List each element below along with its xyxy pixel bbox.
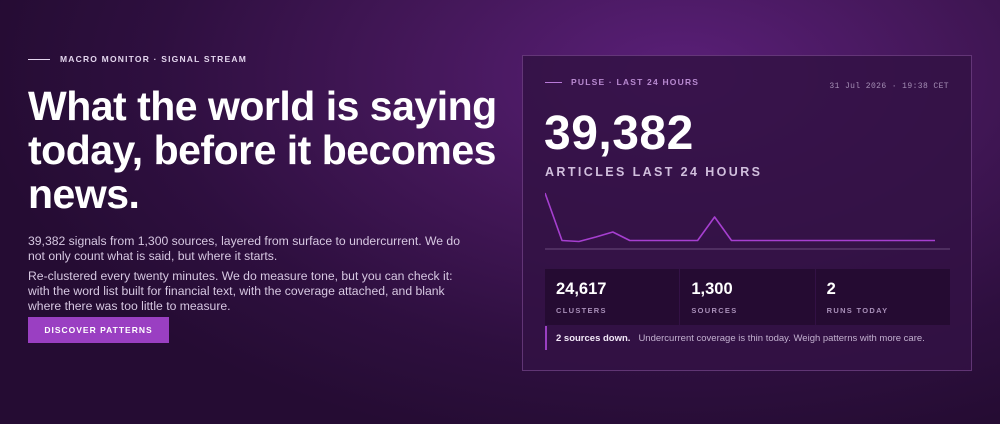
stat-runs: 2 RUNS TODAY bbox=[815, 269, 950, 325]
pulse-eyebrow-text: PULSE · LAST 24 HOURS bbox=[571, 77, 700, 87]
stat-clusters-label: CLUSTERS bbox=[556, 306, 607, 315]
stat-clusters-value: 24,617 bbox=[556, 280, 607, 298]
alert-text: Undercurrent coverage is thin today. Wei… bbox=[638, 332, 925, 344]
sources-alert: 2 sources down. Undercurrent coverage is… bbox=[545, 326, 950, 350]
eyebrow-rule bbox=[28, 58, 50, 60]
articles-count: 39,382 bbox=[544, 107, 694, 160]
stats-row: 24,617 CLUSTERS 1,300 SOURCES 2 RUNS TOD… bbox=[545, 269, 950, 325]
hero-eyebrow-text: MACRO MONITOR · SIGNAL STREAM bbox=[60, 54, 248, 64]
hero-headline: What the world is saying today, before i… bbox=[28, 83, 497, 217]
stat-clusters: 24,617 CLUSTERS bbox=[545, 269, 680, 325]
sparkline-chart bbox=[545, 192, 950, 250]
stat-sources-label: SOURCES bbox=[691, 306, 738, 315]
pulse-panel: PULSE · LAST 24 HOURS 31 Jul 2026 · 19:3… bbox=[522, 55, 972, 371]
hero-paragraph-2: Re-clustered every twenty minutes. We do… bbox=[28, 269, 453, 313]
alert-strong: 2 sources down. bbox=[556, 332, 631, 344]
stat-runs-value: 2 bbox=[826, 280, 836, 298]
articles-label: ARTICLES LAST 24 HOURS bbox=[545, 165, 763, 179]
sparkline-line bbox=[545, 192, 935, 243]
discover-patterns-button[interactable]: DISCOVER PATTERNS bbox=[28, 317, 169, 343]
stat-sources-value: 1,300 bbox=[691, 280, 733, 298]
hero-paragraph-1: 39,382 signals from 1,300 sources, layer… bbox=[28, 234, 460, 263]
timestamp: 31 Jul 2026 · 19:38 CET bbox=[829, 82, 949, 91]
pulse-eyebrow-rule bbox=[545, 81, 562, 83]
stat-runs-label: RUNS TODAY bbox=[826, 306, 889, 315]
stat-sources: 1,300 SOURCES bbox=[680, 269, 815, 325]
pulse-eyebrow: PULSE · LAST 24 HOURS bbox=[545, 77, 699, 87]
hero-eyebrow: MACRO MONITOR · SIGNAL STREAM bbox=[28, 54, 247, 64]
